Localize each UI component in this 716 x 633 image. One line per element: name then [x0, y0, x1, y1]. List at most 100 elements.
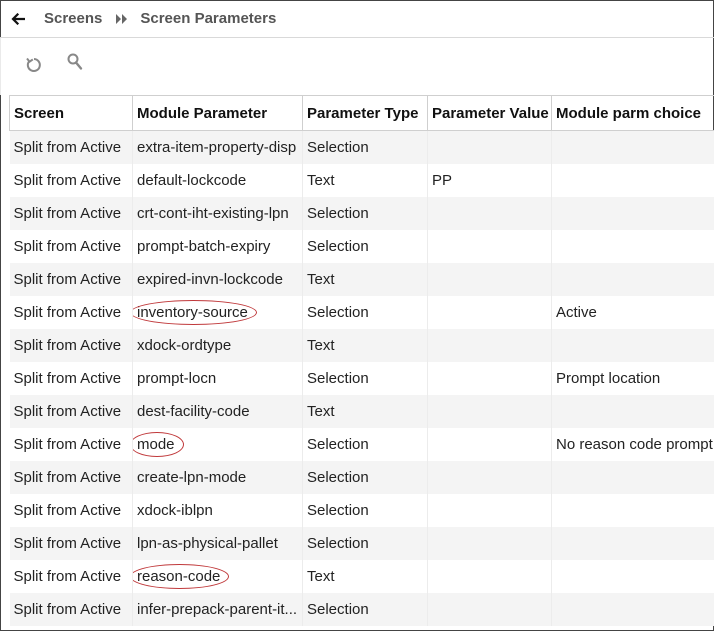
cell-module-parm-choice	[551, 394, 714, 428]
toolbar	[0, 38, 715, 95]
cell-parameter-type: Text	[302, 328, 428, 362]
cell-module-parameter: default-lockcode	[132, 163, 303, 197]
cell-screen: Split from Active	[9, 394, 133, 428]
cell-module-parameter: prompt-batch-expiry	[132, 229, 303, 263]
cell-module-parameter: prompt-locn	[132, 361, 303, 395]
table-row[interactable]: Split from Active infer-prepack-parent-it…	[9, 592, 714, 626]
cell-module-parm-choice	[551, 526, 714, 560]
cell-module-parm-choice	[551, 592, 714, 626]
cell-parameter-value	[427, 592, 552, 626]
cell-module-parameter: extra-item-property-disp	[132, 130, 303, 164]
cell-parameter-value	[427, 130, 552, 164]
cell-parameter-value	[427, 526, 552, 560]
cell-module-parm-choice	[551, 460, 714, 494]
cell-screen: Split from Active	[9, 559, 133, 593]
circled-parameter-label: reason-code	[132, 563, 230, 589]
table-row[interactable]: Split from Active lpn-as-physical-pallet S…	[9, 526, 714, 560]
cell-module-parm-choice	[551, 130, 714, 164]
column-header-module-parm-choice[interactable]: Module parm choice	[551, 95, 714, 131]
cell-module-parameter: lpn-as-physical-pallet	[132, 526, 303, 560]
cell-parameter-type: Text	[302, 394, 428, 428]
cell-module-parameter: create-lpn-mode	[132, 460, 303, 494]
cell-module-parm-choice: No reason code prompt	[551, 427, 714, 461]
cell-parameter-value	[427, 361, 552, 395]
cell-module-parameter: xdock-ordtype	[132, 328, 303, 362]
cell-parameter-type: Selection	[302, 592, 428, 626]
refresh-icon[interactable]	[23, 54, 45, 76]
cell-parameter-type: Selection	[302, 460, 428, 494]
table-row[interactable]: Split from Active expired-invn-lockcode Te…	[9, 262, 714, 296]
cell-module-parm-choice: Active	[551, 295, 714, 329]
cell-module-parameter: crt-cont-iht-existing-lpn	[132, 196, 303, 230]
cell-screen: Split from Active	[9, 526, 133, 560]
cell-screen: Split from Active	[9, 262, 133, 296]
column-header-module-parameter[interactable]: Module Parameter	[132, 95, 303, 131]
cell-screen: Split from Active	[9, 361, 133, 395]
cell-screen: Split from Active	[9, 427, 133, 461]
double-chevron-right-icon	[116, 13, 128, 25]
breadcrumb: Screens Screen Parameters	[0, 0, 714, 38]
cell-parameter-type: Text	[302, 262, 428, 296]
cell-module-parameter: xdock-iblpn	[132, 493, 303, 527]
cell-parameter-type: Selection	[302, 295, 428, 329]
search-icon[interactable]	[65, 52, 87, 74]
cell-module-parm-choice	[551, 196, 714, 230]
table-row[interactable]: Split from Active inventory-source Selecti…	[9, 295, 714, 329]
cell-parameter-value: PP	[427, 163, 552, 197]
cell-parameter-value	[427, 328, 552, 362]
column-header-parameter-type[interactable]: Parameter Type	[302, 95, 428, 131]
cell-screen: Split from Active	[9, 130, 133, 164]
cell-parameter-value	[427, 559, 552, 593]
cell-screen: Split from Active	[9, 328, 133, 362]
cell-parameter-type: Selection	[302, 427, 428, 461]
table-row[interactable]: Split from Active crt-cont-iht-existing-l…	[9, 196, 714, 230]
circled-parameter-label: inventory-source	[132, 299, 257, 325]
cell-parameter-type: Selection	[302, 493, 428, 527]
cell-screen: Split from Active	[9, 493, 133, 527]
table-row[interactable]: Split from Active mode Selection No reason …	[9, 427, 714, 461]
column-header-screen[interactable]: Screen	[9, 95, 133, 131]
table-row[interactable]: Split from Active prompt-locn Selection Pro…	[9, 361, 714, 395]
cell-module-parameter: infer-prepack-parent-it...	[132, 592, 303, 626]
table-row[interactable]: Split from Active prompt-batch-expiry Sele…	[9, 229, 714, 263]
cell-parameter-type: Text	[302, 559, 428, 593]
cell-parameter-type: Selection	[302, 361, 428, 395]
cell-parameter-type: Selection	[302, 229, 428, 263]
cell-module-parm-choice	[551, 163, 714, 197]
cell-screen: Split from Active	[9, 460, 133, 494]
cell-parameter-value	[427, 493, 552, 527]
cell-parameter-value	[427, 460, 552, 494]
table-row[interactable]: Split from Active extra-item-property-dis…	[9, 130, 714, 164]
table-row[interactable]: Split from Active create-lpn-mode Selectio…	[9, 460, 714, 494]
table-row[interactable]: Split from Active default-lockcode Text PP	[9, 163, 714, 197]
table-row[interactable]: Split from Active xdock-iblpn Selection	[9, 493, 714, 527]
cell-screen: Split from Active	[9, 196, 133, 230]
table-row[interactable]: Split from Active reason-code Text	[9, 559, 714, 593]
cell-parameter-type: Selection	[302, 130, 428, 164]
cell-parameter-value	[427, 394, 552, 428]
cell-module-parm-choice: Prompt location	[551, 361, 714, 395]
arrow-left-icon[interactable]	[10, 11, 26, 27]
page-title: Screen Parameters	[140, 10, 277, 27]
table-row[interactable]: Split from Active xdock-ordtype Text	[9, 328, 714, 362]
cell-module-parm-choice	[551, 328, 714, 362]
parameters-table: Screen Module Parameter Parameter Type P…	[9, 95, 714, 631]
cell-parameter-value	[427, 229, 552, 263]
cell-parameter-type: Selection	[302, 196, 428, 230]
breadcrumb-screens-link[interactable]: Screens	[44, 10, 102, 27]
cell-screen: Split from Active	[9, 592, 133, 626]
cell-module-parameter: dest-facility-code	[132, 394, 303, 428]
cell-module-parameter: inventory-source	[132, 295, 303, 329]
cell-module-parm-choice	[551, 262, 714, 296]
cell-parameter-value	[427, 427, 552, 461]
cell-screen: Split from Active	[9, 229, 133, 263]
table-row[interactable]: Split from Active dest-facility-code Text	[9, 394, 714, 428]
table-header-row: Screen Module Parameter Parameter Type P…	[9, 95, 714, 131]
cell-module-parameter: reason-code	[132, 559, 303, 593]
cell-module-parameter: mode	[132, 427, 303, 461]
cell-module-parm-choice	[551, 493, 714, 527]
cell-parameter-value	[427, 262, 552, 296]
cell-screen: Split from Active	[9, 163, 133, 197]
cell-module-parm-choice	[551, 229, 714, 263]
column-header-parameter-value[interactable]: Parameter Value	[427, 95, 552, 131]
